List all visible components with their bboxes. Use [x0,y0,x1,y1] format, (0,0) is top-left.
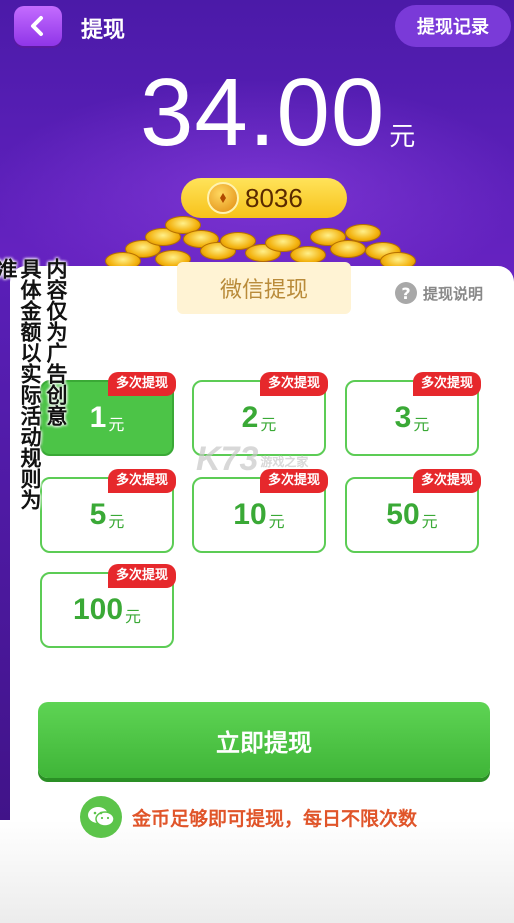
site-watermark: K73 游戏之家 [196,440,308,479]
chevron-left-icon [31,16,43,36]
disclaimer-line-1: 内容仅为广告创意 [44,258,68,426]
option-unit: 元 [421,512,438,531]
balance-unit: 元 [389,122,416,152]
amount-option-10[interactable]: 多次提现 10 元 [192,469,328,553]
option-value: 3 [394,401,412,434]
multi-withdraw-badge: 多次提现 [259,372,328,396]
disclaimer-line-2: 具体金额以实际活动规则为准 [0,258,42,510]
option-unit: 元 [260,415,277,434]
option-unit: 元 [268,512,285,531]
withdraw-now-label: 立即提现 [216,728,312,757]
amount-option-50[interactable]: 多次提现 50 元 [345,469,481,553]
note-text: 金币足够即可提现，每日不限次数 [132,807,418,830]
withdraw-now-button[interactable]: 立即提现 [38,702,490,778]
question-icon: ? [395,282,417,304]
coin-count: 8036 [245,182,303,213]
option-unit: 元 [125,607,142,626]
withdraw-records-button[interactable]: 提现记录 [395,5,511,47]
wechat-icon [80,796,122,838]
balance-amount: 34.00 元 [140,58,415,168]
option-value: 10 [233,498,267,531]
help-label: 提现说明 [423,284,484,303]
balance-value: 34.00 [140,59,386,166]
page-title: 提现 [81,18,126,43]
ad-disclaimer: 内容仅为广告创意 具体金额以实际活动规则为准 [0,258,70,518]
multi-withdraw-badge: 多次提现 [107,564,176,588]
option-unit: 元 [108,512,125,531]
multi-withdraw-badge: 多次提现 [412,372,481,396]
option-value: 5 [89,498,107,531]
multi-withdraw-badge: 多次提现 [107,372,176,396]
withdraw-note: 金币足够即可提现，每日不限次数 [80,796,417,838]
option-value: 50 [386,498,420,531]
option-value: 1 [89,401,107,434]
watermark-sub: 游戏之家 [260,454,309,469]
multi-withdraw-badge: 多次提现 [412,469,481,493]
option-unit: 元 [108,415,125,434]
back-button[interactable] [14,6,62,46]
option-value: 2 [241,401,259,434]
watermark-main: K73 [196,440,259,478]
withdraw-help-link[interactable]: ? 提现说明 [395,282,483,304]
multi-withdraw-badge: 多次提现 [107,469,176,493]
option-value: 100 [72,593,124,626]
coin-balance-pill: 8036 [181,178,347,218]
option-unit: 元 [413,415,430,434]
coin-icon [207,182,239,214]
amount-option-100[interactable]: 多次提现 100 元 [40,564,176,648]
tab-wechat-withdraw[interactable]: 微信提现 [177,262,351,314]
amount-option-3[interactable]: 多次提现 3元 [345,372,481,456]
